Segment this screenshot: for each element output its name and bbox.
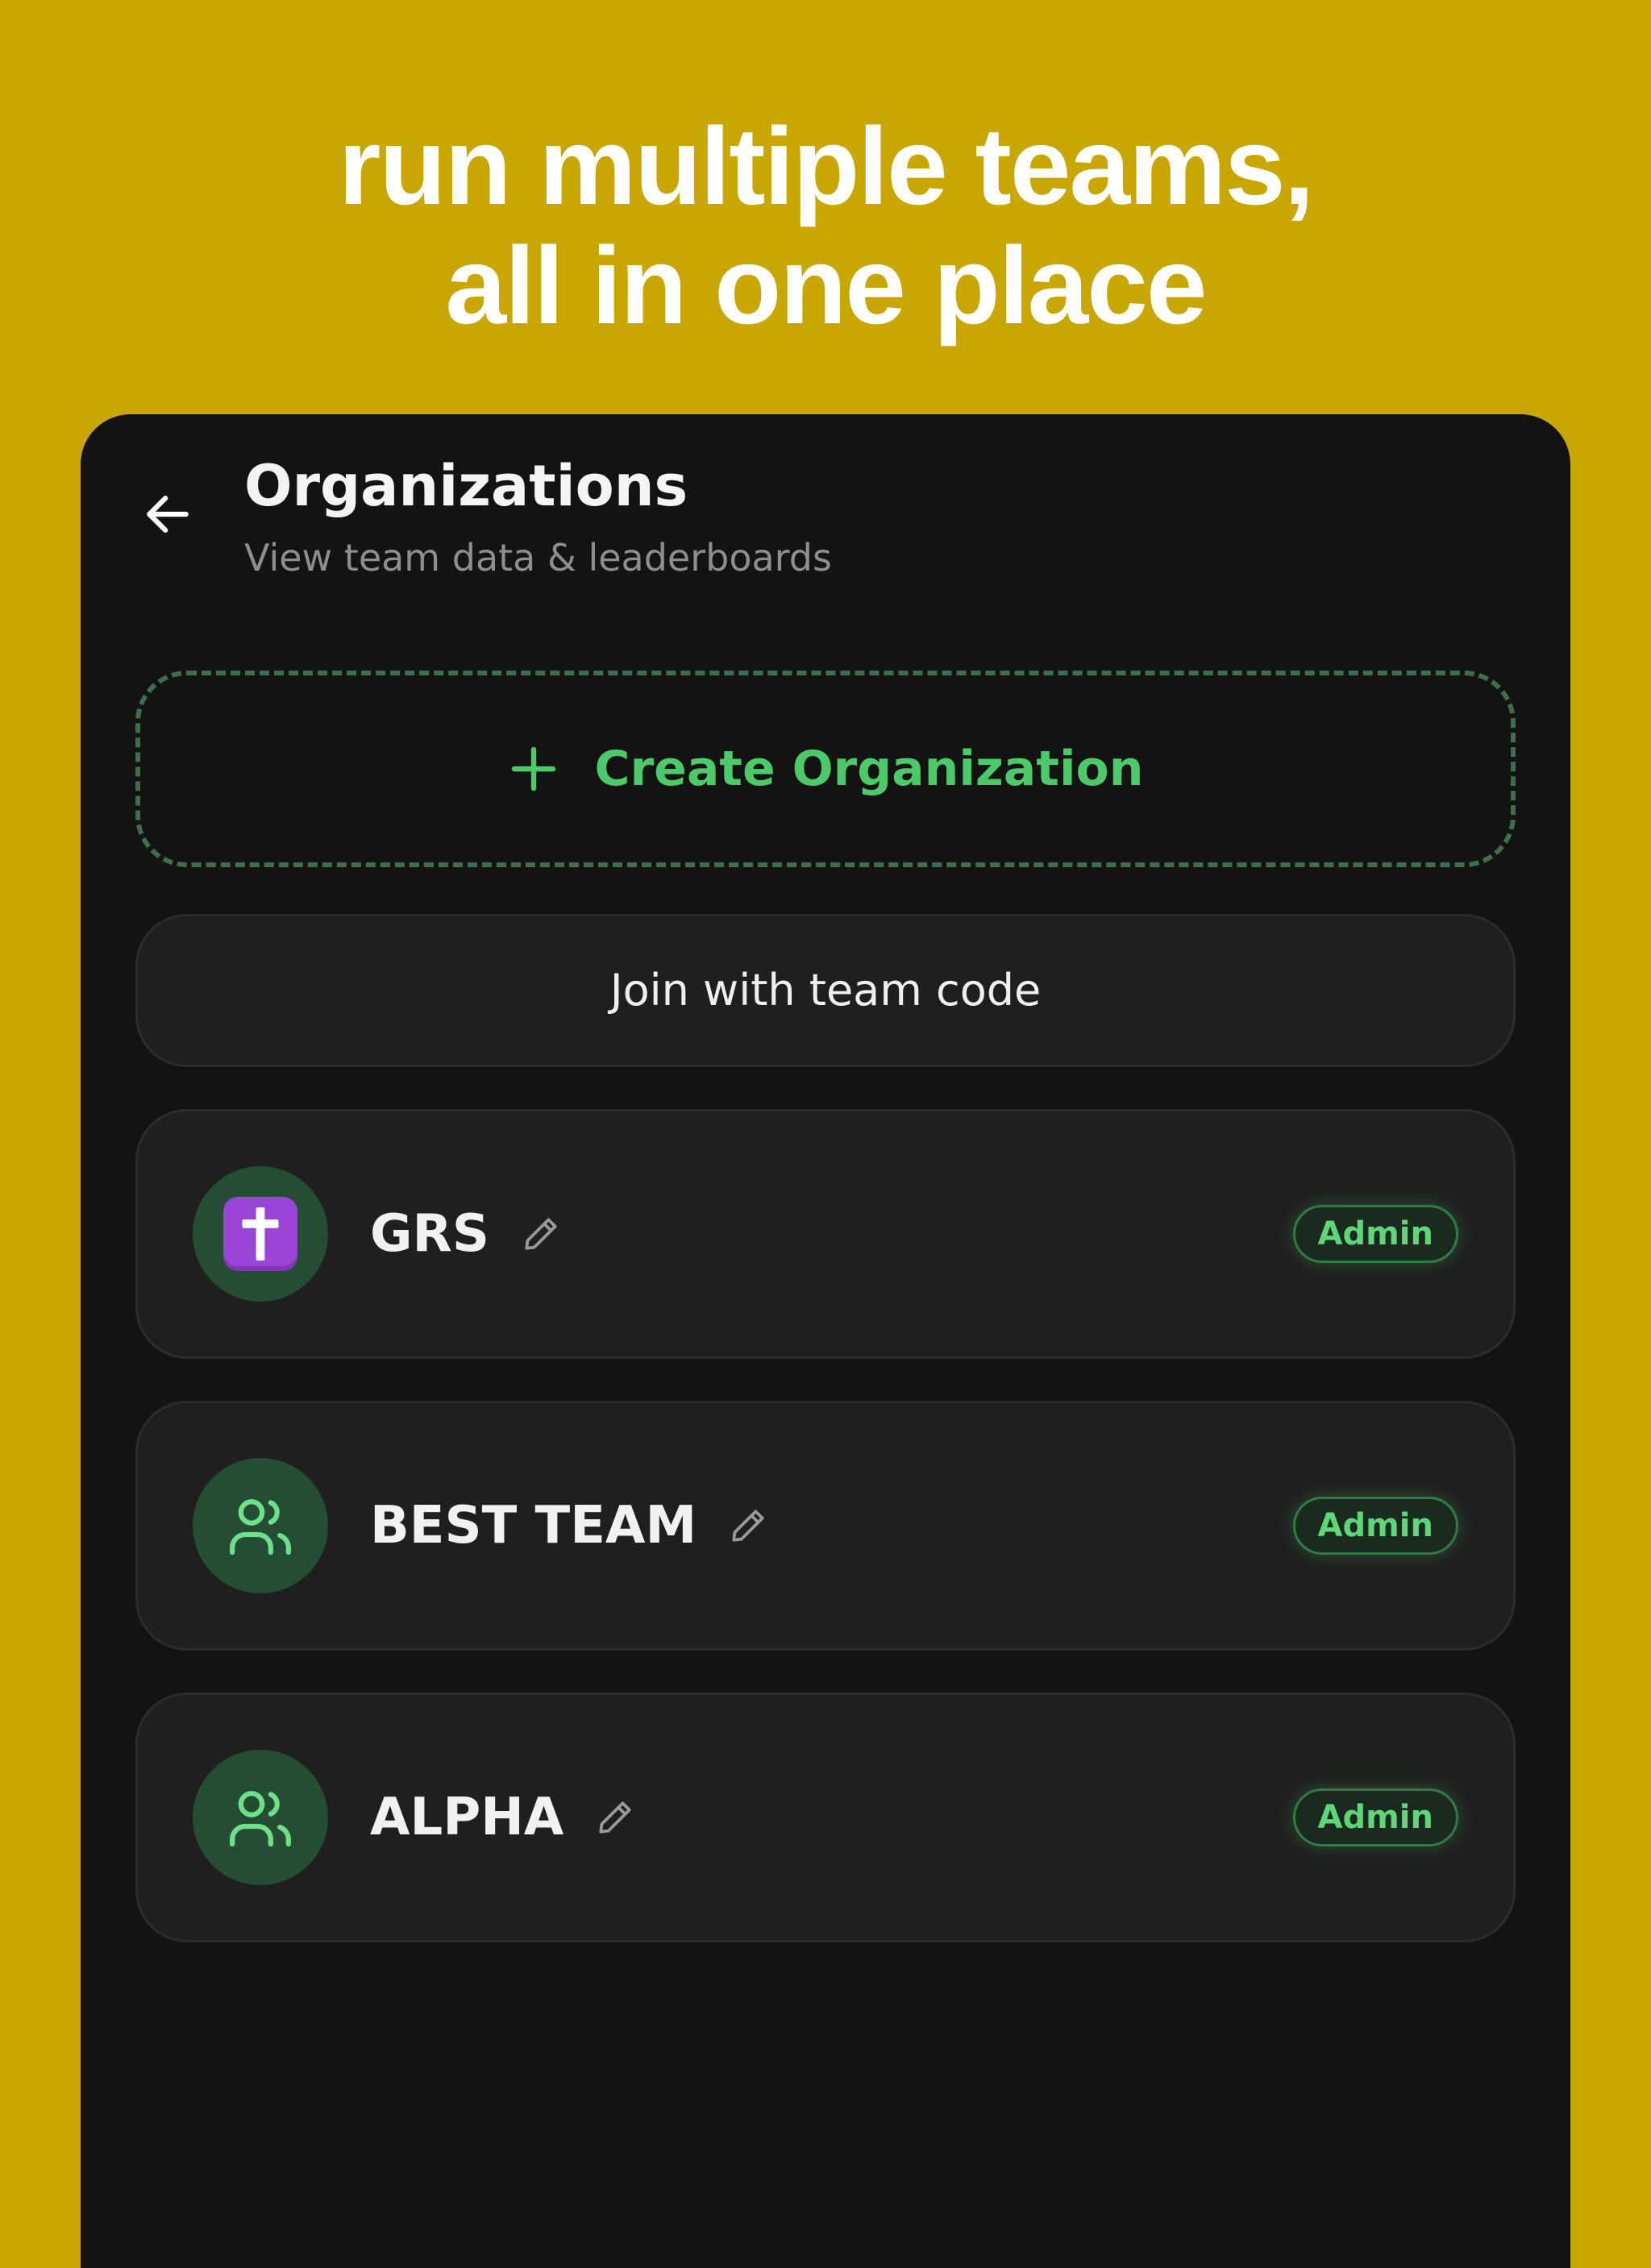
role-badge: Admin <box>1292 1497 1458 1555</box>
edit-name-button[interactable] <box>593 1795 638 1840</box>
create-organization-button[interactable]: Create Organization <box>135 671 1516 867</box>
plus-icon <box>511 746 555 791</box>
create-organization-label: Create Organization <box>594 741 1144 797</box>
page-subtitle: View team data & leaderboards <box>244 536 832 579</box>
pencil-icon <box>525 1218 557 1250</box>
organization-avatar <box>193 1750 328 1885</box>
edit-name-button[interactable] <box>726 1503 771 1548</box>
organization-card-alpha[interactable]: ALPHA Admin <box>135 1693 1516 1942</box>
pencil-icon <box>732 1510 764 1542</box>
arrow-left-icon <box>147 496 189 533</box>
pencil-icon <box>599 1801 631 1834</box>
organizations-screen: Organizations View team data & leaderboa… <box>81 414 1570 2268</box>
promo-headline-line-1: run multiple teams, <box>338 105 1315 227</box>
back-button[interactable] <box>135 482 200 546</box>
role-badge: Admin <box>1292 1205 1458 1263</box>
page-title: Organizations <box>244 453 688 519</box>
organization-name: ALPHA <box>370 1788 564 1847</box>
users-icon <box>230 1499 291 1556</box>
promo-headline-line-2: all in one place <box>445 224 1208 347</box>
latin-cross-emoji-icon <box>223 1197 297 1271</box>
organization-name: BEST TEAM <box>370 1496 697 1556</box>
organization-avatar <box>193 1166 328 1302</box>
edit-name-button[interactable] <box>518 1211 564 1257</box>
role-badge: Admin <box>1292 1788 1458 1846</box>
organization-avatar <box>193 1458 328 1593</box>
promo-headline: run multiple teams, all in one place <box>0 106 1651 345</box>
organization-card-grs[interactable]: GRS Admin <box>135 1109 1516 1359</box>
organization-name: GRS <box>370 1204 489 1264</box>
join-with-team-code-button[interactable]: Join with team code <box>135 914 1516 1067</box>
users-icon <box>230 1791 291 1847</box>
organization-card-best-team[interactable]: BEST TEAM Admin <box>135 1401 1516 1651</box>
join-with-team-code-label: Join with team code <box>609 965 1042 1016</box>
